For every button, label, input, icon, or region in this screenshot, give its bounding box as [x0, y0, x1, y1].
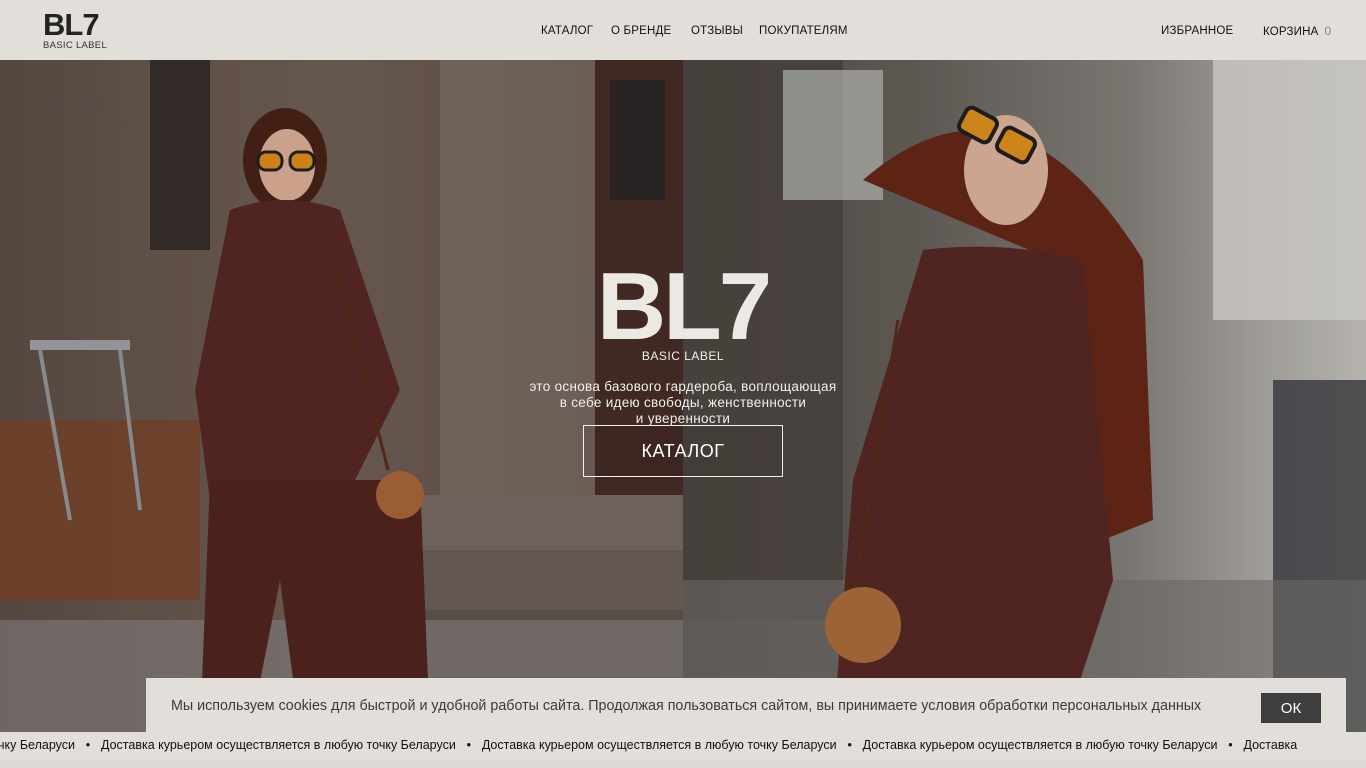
nav-favorites[interactable]: ИЗБРАННОЕ: [1161, 24, 1233, 38]
ticker-separator: •: [85, 738, 91, 752]
delivery-ticker: чку Беларуси • Доставка курьером осуществл…: [0, 732, 1366, 760]
nav-for-buyers[interactable]: ПОКУПАТЕЛЯМ: [759, 24, 848, 38]
hero-ghost-label: BASIC LABEL: [47, 99, 109, 109]
logo-mark: BL7: [43, 7, 100, 42]
hero-title: BL7: [596, 253, 772, 360]
cart-count: 0: [1324, 24, 1332, 38]
nav-about-brand[interactable]: О БРЕНДЕ: [611, 24, 671, 38]
hero-tagline: это основа базового гардероба, воплощающ…: [483, 379, 883, 427]
hero-banner: BASIC LABEL BL7 BASIC LABEL это основа б…: [0, 60, 1366, 732]
ticker-item: Доставка курьером осуществляется в любую…: [100, 738, 456, 752]
nav-cart[interactable]: КОРЗИНА 0: [1263, 24, 1331, 39]
logo[interactable]: BL7 BASIC LABEL: [43, 9, 107, 51]
ticker-item: Доставка курьером осуществляется в любую…: [481, 738, 837, 752]
cookie-text: Мы используем cookies для быстрой и удоб…: [171, 698, 1202, 714]
catalog-button[interactable]: КАТАЛОГ: [583, 425, 783, 477]
logo-subtitle: BASIC LABEL: [43, 40, 108, 51]
hero-tagline-line: это основа базового гардероба, воплощающ…: [529, 379, 837, 394]
nav-catalog[interactable]: КАТАЛОГ: [541, 24, 593, 38]
hero-tagline-line: в себе идею свободы, женственности: [559, 395, 807, 410]
ticker-separator: •: [1228, 738, 1233, 752]
ticker-item: чку Беларуси: [0, 738, 75, 752]
cookie-accept-button[interactable]: ОК: [1261, 693, 1321, 723]
hero-subtitle: BASIC LABEL: [641, 349, 725, 363]
ticker-item: Доставка: [1243, 738, 1298, 752]
nav-reviews[interactable]: ОТЗЫВЫ: [691, 24, 743, 38]
ticker-track: чку Беларуси • Доставка курьером осуществл…: [0, 738, 1297, 752]
ticker-separator: •: [847, 738, 852, 752]
bottom-strip: [0, 760, 1366, 768]
ticker-item: Доставка курьером осуществляется в любую…: [862, 738, 1218, 752]
site-header: BL7 BASIC LABEL КАТАЛОГ О БРЕНДЕ ОТЗЫВЫ …: [0, 0, 1366, 60]
ticker-separator: •: [466, 738, 471, 752]
cart-label: КОРЗИНА: [1263, 26, 1319, 38]
cookie-banner: Мы используем cookies для быстрой и удоб…: [146, 678, 1346, 735]
